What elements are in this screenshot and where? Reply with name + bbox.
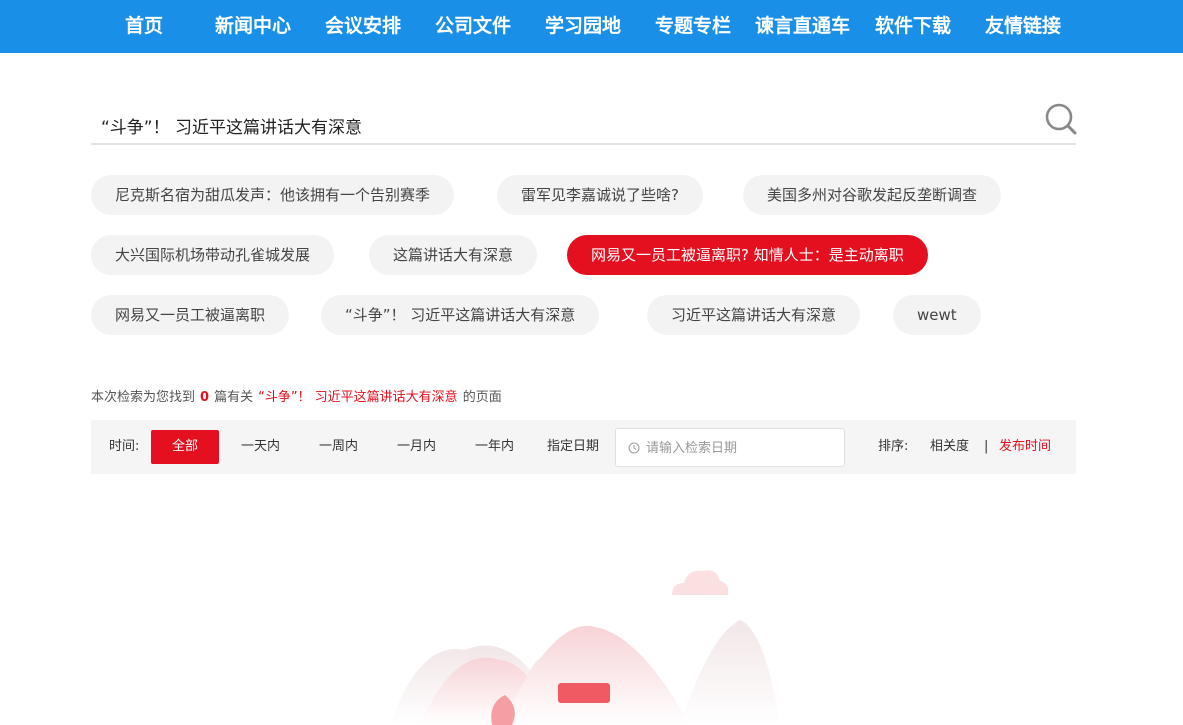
summary-middle: 篇有关 xyxy=(214,390,254,405)
result-summary: 本次检索为您找到 0 篇有关 “斗争”！ 习近平这篇讲话大有深意 的页面 xyxy=(91,386,502,405)
nav-item-downloads[interactable]: 软件下载 xyxy=(875,0,951,53)
sort-option-publish-time[interactable]: 发布时间 xyxy=(999,420,1051,474)
sort-label: 排序: xyxy=(878,439,909,454)
search-icon[interactable] xyxy=(1044,102,1078,136)
time-option-custom[interactable]: 指定日期 xyxy=(547,420,599,474)
nav-item-home[interactable]: 首页 xyxy=(125,0,163,53)
clock-icon xyxy=(628,442,640,454)
time-option-month[interactable]: 一月内 xyxy=(397,420,436,474)
nav-item-documents[interactable]: 公司文件 xyxy=(435,0,511,53)
summary-suffix: 的页面 xyxy=(462,390,502,405)
top-nav: 首页 新闻中心 会议安排 公司文件 学习园地 专题专栏 谏言直通车 软件下载 友… xyxy=(0,0,1183,53)
tag-item[interactable]: 大兴国际机场带动孔雀城发展 xyxy=(91,235,335,275)
time-filter-label: 时间: xyxy=(109,439,140,454)
tag-item[interactable]: 尼克斯名宿为甜瓜发声：他该拥有一个告别赛季 xyxy=(91,175,455,215)
result-count: 0 xyxy=(200,390,210,405)
tag-item-active[interactable]: 网易又一员工被逼离职? 知情人士：是主动离职 xyxy=(567,235,928,275)
nav-item-suggestions[interactable]: 谏言直通车 xyxy=(755,0,850,53)
summary-prefix: 本次检索为您找到 xyxy=(91,390,196,405)
date-input-box xyxy=(615,428,845,467)
time-option-all[interactable]: 全部 xyxy=(151,430,219,464)
tag-item[interactable]: wewt xyxy=(893,295,981,335)
summary-keyword: “斗争”！ 习近平这篇讲话大有深意 xyxy=(258,390,458,405)
sort-separator: | xyxy=(984,439,989,454)
nav-item-topics[interactable]: 专题专栏 xyxy=(655,0,731,53)
empty-result-illustration xyxy=(390,570,780,725)
search-bar xyxy=(91,98,1078,145)
nav-item-learning[interactable]: 学习园地 xyxy=(545,0,621,53)
nav-item-meetings[interactable]: 会议安排 xyxy=(325,0,401,53)
time-option-day[interactable]: 一天内 xyxy=(241,420,280,474)
time-option-year[interactable]: 一年内 xyxy=(475,420,514,474)
date-input[interactable] xyxy=(646,435,836,461)
tag-item[interactable]: 这篇讲话大有深意 xyxy=(369,235,538,275)
nav-item-news[interactable]: 新闻中心 xyxy=(215,0,291,53)
time-option-week[interactable]: 一周内 xyxy=(319,420,358,474)
tag-item[interactable]: 美国多州对谷歌发起反垄断调查 xyxy=(743,175,1002,215)
search-input[interactable] xyxy=(91,110,1021,140)
tag-item[interactable]: “斗争”！ 习近平这篇讲话大有深意 xyxy=(321,295,600,335)
tag-item[interactable]: 网易又一员工被逼离职 xyxy=(91,295,290,335)
nav-item-links[interactable]: 友情链接 xyxy=(985,0,1061,53)
tag-item[interactable]: 雷军见李嘉诚说了些啥? xyxy=(497,175,703,215)
filter-bar: 时间: 全部 一天内 一周内 一月内 一年内 指定日期 排序: 相关度 | 发布… xyxy=(91,420,1076,474)
tag-item[interactable]: 习近平这篇讲话大有深意 xyxy=(647,295,861,335)
sort-option-relevance[interactable]: 相关度 xyxy=(930,420,969,474)
